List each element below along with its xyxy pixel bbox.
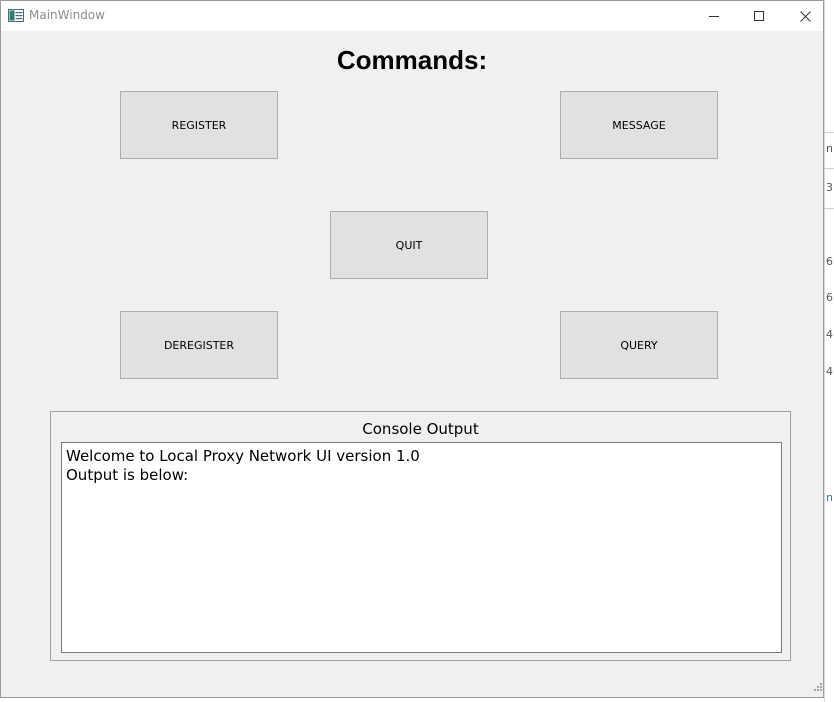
background-divider [824,208,834,209]
console-output-group: Console Output Welcome to Local Proxy Ne… [50,411,791,661]
background-divider [824,168,834,169]
window-title: MainWindow [29,8,105,22]
console-output-title: Console Output [362,420,479,438]
message-button[interactable]: MESSAGE [560,91,718,159]
background-text: 6 [826,292,833,304]
minimize-icon [709,16,719,17]
main-window: MainWindow Commands: REGISTER MESSAGE QU… [0,0,824,698]
deregister-button[interactable]: DEREGISTER [120,311,278,379]
close-button[interactable] [782,1,828,31]
background-text: n [826,143,833,155]
background-text: 3 [826,182,833,194]
maximize-button[interactable] [736,1,782,31]
minimize-button[interactable] [691,1,737,31]
console-line: Welcome to Local Proxy Network UI versio… [66,447,420,465]
console-output-text[interactable]: Welcome to Local Proxy Network UI versio… [61,442,782,653]
close-icon [799,10,811,22]
resize-grip-icon[interactable] [813,682,823,692]
query-button[interactable]: QUERY [560,311,718,379]
console-line: Output is below: [66,466,189,484]
app-icon [8,9,24,22]
register-button[interactable]: REGISTER [120,91,278,159]
background-window [824,0,834,702]
quit-button[interactable]: QUIT [330,211,488,279]
background-text: 4 [826,366,833,378]
background-text: 6 [826,256,833,268]
commands-heading: Commands: [336,45,488,75]
maximize-icon [754,11,764,21]
title-bar[interactable]: MainWindow [1,1,823,31]
background-divider [824,132,834,133]
background-text: 4 [826,329,833,341]
background-text: n [826,492,833,504]
